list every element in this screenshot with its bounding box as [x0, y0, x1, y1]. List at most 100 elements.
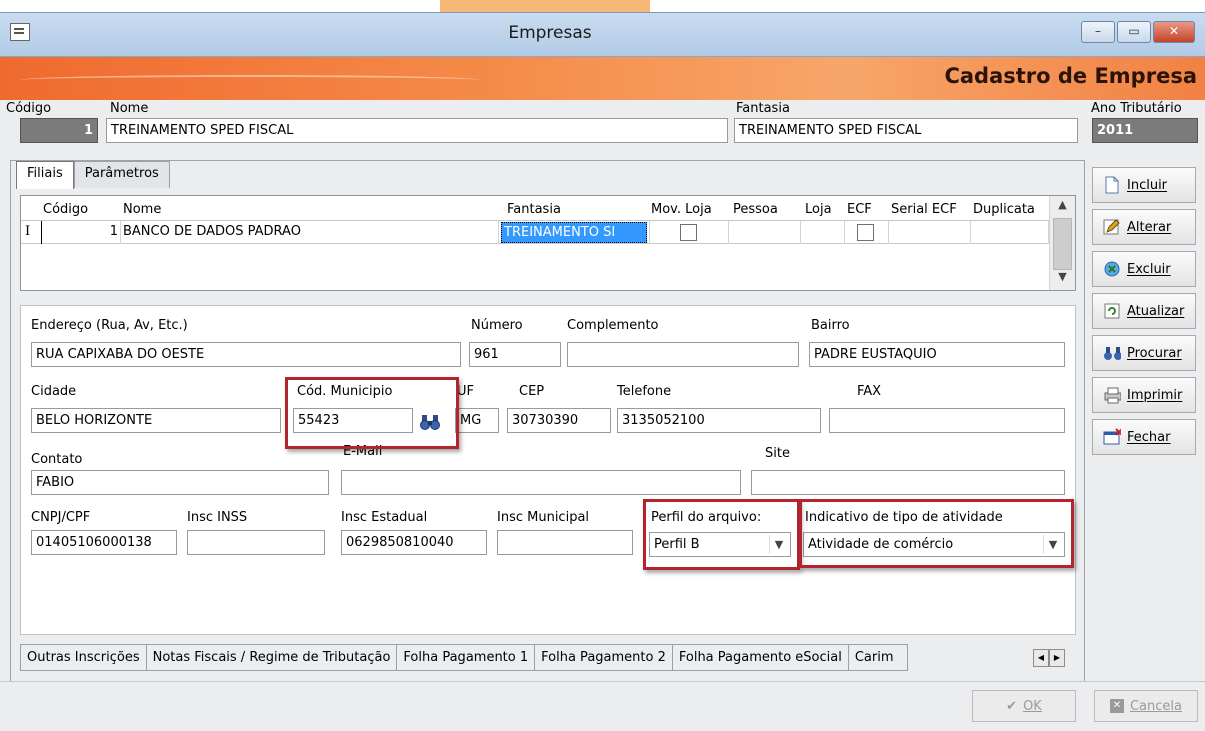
fax-field[interactable] [829, 408, 1065, 433]
telefone-label: Telefone [617, 384, 672, 399]
action-sidebar: Incluir Alterar Excluir Atualizar Procur… [1092, 167, 1198, 461]
filial-form: Endereço (Rua, Av, Etc.) RUA CAPIXABA DO… [20, 305, 1076, 635]
excluir-button[interactable]: Excluir [1092, 251, 1196, 287]
complemento-field[interactable] [567, 342, 799, 367]
tab-folha-esocial[interactable]: Folha Pagamento eSocial [671, 644, 848, 671]
endereco-field[interactable]: RUA CAPIXABA DO OESTE [31, 342, 461, 367]
row-duplicata[interactable] [971, 221, 1049, 244]
banner-swoosh [20, 75, 480, 85]
inss-field[interactable] [187, 530, 325, 555]
row-ecf-cell [845, 221, 889, 244]
numero-label: Número [471, 318, 523, 333]
contato-field[interactable]: FABIO [31, 470, 329, 495]
tab-notas-fiscais[interactable]: Notas Fiscais / Regime de Tributação [145, 644, 397, 671]
maximize-button[interactable]: ▭ [1117, 21, 1151, 43]
col-nome[interactable]: Nome [123, 202, 161, 217]
printer-icon [1103, 386, 1121, 404]
imprimir-button[interactable]: Imprimir [1092, 377, 1196, 413]
bairro-field[interactable]: PADRE EUSTAQUIO [809, 342, 1065, 367]
municipal-label: Insc Municipal [497, 510, 590, 525]
top-stripe [0, 0, 1205, 12]
window-title: Empresas [508, 23, 592, 43]
row-fantasia[interactable]: TREINAMENTO SI [501, 222, 647, 243]
table-row[interactable]: I 1 BANCO DE DADOS PADRAO TREINAMENTO SI [21, 220, 1049, 244]
close-window-icon [1103, 428, 1121, 446]
col-serial-ecf[interactable]: Serial ECF [891, 202, 957, 217]
inss-label: Insc INSS [187, 510, 248, 525]
row-loja[interactable] [801, 221, 845, 244]
email-field[interactable] [341, 470, 741, 495]
numero-field[interactable]: 961 [469, 342, 561, 367]
cidade-field[interactable]: BELO HORIZONTE [31, 408, 281, 433]
ano-tributario-label: Ano Tributário [1091, 101, 1182, 116]
refresh-icon [1103, 302, 1121, 320]
fantasia-field[interactable]: TREINAMENTO SPED FISCAL [734, 118, 1078, 143]
title-bar: Empresas – ▭ ✕ [0, 13, 1205, 57]
nome-label: Nome [110, 101, 149, 116]
ano-tributario-field[interactable]: 2011 [1092, 118, 1198, 143]
header-banner: Cadastro de Empresa [0, 57, 1205, 100]
row-serial-ecf[interactable] [889, 221, 971, 244]
close-button[interactable]: ✕ [1153, 21, 1195, 43]
chevron-left-icon[interactable]: ◀ [1033, 649, 1049, 667]
estadual-label: Insc Estadual [341, 510, 428, 525]
chevron-right-icon[interactable]: ▶ [1049, 649, 1065, 667]
binoculars-icon [1103, 344, 1121, 362]
row-fantasia-wrap: TREINAMENTO SI [499, 221, 649, 244]
row-codigo[interactable]: 1 [41, 221, 121, 244]
cep-field[interactable]: 30730390 [507, 408, 611, 433]
filiais-grid: Código Nome Fantasia Mov. Loja Pessoa Lo… [20, 195, 1076, 291]
col-codigo[interactable]: Código [43, 202, 88, 217]
tab-filiais[interactable]: Filiais [16, 161, 74, 189]
tab-parametros[interactable]: Parâmetros [73, 161, 170, 188]
site-field[interactable] [751, 470, 1065, 495]
tab-outras-inscricoes[interactable]: Outras Inscrições [20, 644, 146, 671]
procurar-button[interactable]: Procurar [1092, 335, 1196, 371]
mov-loja-checkbox[interactable] [680, 224, 697, 241]
scroll-thumb[interactable] [1053, 218, 1072, 270]
tab-carimbos[interactable]: Carim [847, 644, 908, 671]
delete-icon [1103, 260, 1121, 278]
bairro-label: Bairro [811, 318, 850, 333]
col-loja[interactable]: Loja [805, 202, 832, 217]
atualizar-button[interactable]: Atualizar [1092, 293, 1196, 329]
col-fantasia[interactable]: Fantasia [507, 202, 561, 217]
row-mov-loja-cell [649, 221, 729, 244]
chevron-up-icon[interactable]: ▲ [1050, 198, 1075, 216]
cnpj-field[interactable]: 01405106000138 [31, 530, 177, 555]
alterar-button[interactable]: Alterar [1092, 209, 1196, 245]
codigo-label: Código [6, 101, 52, 116]
ok-label: OK [1023, 698, 1042, 714]
grid-scrollbar[interactable]: ▲ ▼ [1049, 196, 1075, 290]
cidade-label: Cidade [31, 384, 77, 399]
row-pessoa[interactable] [729, 221, 801, 244]
col-mov-loja[interactable]: Mov. Loja [651, 202, 712, 217]
fax-label: FAX [857, 384, 882, 399]
empresas-window: Empresas – ▭ ✕ Cadastro de Empresa Códig… [0, 12, 1205, 731]
uf-field[interactable]: MG [455, 408, 499, 433]
highlight-perfil [643, 499, 800, 570]
fechar-button[interactable]: Fechar [1092, 419, 1196, 455]
tab-folha-pagamento-2[interactable]: Folha Pagamento 2 [534, 644, 672, 671]
contato-label: Contato [31, 452, 83, 467]
estadual-field[interactable]: 0629850810040 [341, 530, 487, 555]
incluir-button[interactable]: Incluir [1092, 167, 1196, 203]
highlight-cod-municipio [285, 377, 459, 449]
nome-field[interactable]: TREINAMENTO SPED FISCAL [106, 118, 728, 143]
col-ecf[interactable]: ECF [847, 202, 872, 217]
telefone-field[interactable]: 3135052100 [617, 408, 821, 433]
alterar-label: Alterar [1127, 219, 1172, 235]
ecf-checkbox[interactable] [857, 224, 874, 241]
col-duplicata[interactable]: Duplicata [973, 202, 1035, 217]
minimize-button[interactable]: – [1081, 21, 1115, 43]
col-pessoa[interactable]: Pessoa [733, 202, 778, 217]
tab-folha-pagamento-1[interactable]: Folha Pagamento 1 [396, 644, 535, 671]
ok-button[interactable]: ✔ OK [972, 690, 1076, 722]
chevron-down-icon[interactable]: ▼ [1050, 270, 1075, 288]
cancel-button[interactable]: ✕ Cancela [1094, 690, 1198, 722]
uf-label: UF [457, 384, 474, 399]
municipal-field[interactable] [497, 530, 633, 555]
excluir-label: Excluir [1127, 261, 1171, 277]
row-nome[interactable]: BANCO DE DADOS PADRAO [121, 221, 499, 244]
codigo-field[interactable]: 1 [20, 118, 98, 143]
